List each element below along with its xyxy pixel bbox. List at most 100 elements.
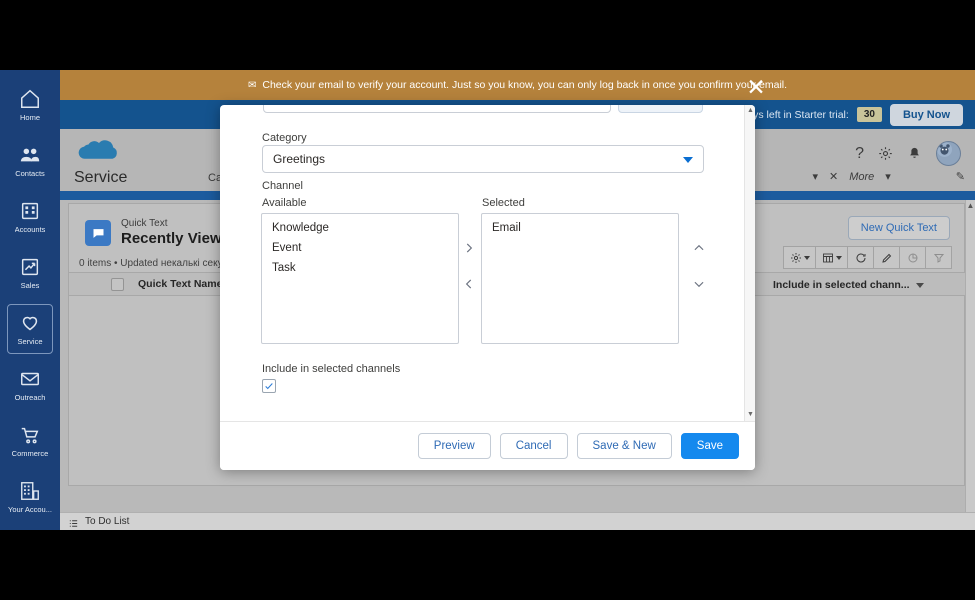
- help-icon[interactable]: ?: [855, 146, 864, 162]
- trial-days-count: 30: [856, 107, 882, 122]
- list-item[interactable]: Event: [262, 238, 458, 258]
- sidebar-item-sales[interactable]: Sales: [7, 248, 53, 298]
- selected-listbox[interactable]: Email: [481, 213, 679, 344]
- more-tabs-label[interactable]: More: [849, 171, 874, 183]
- accounts-icon: [19, 200, 41, 222]
- filter-icon[interactable]: [925, 246, 952, 269]
- utility-item-todo-list[interactable]: To Do List: [85, 516, 129, 527]
- cancel-button[interactable]: Cancel: [499, 433, 568, 459]
- sidebar-item-service[interactable]: Service: [7, 304, 53, 354]
- sidebar-item-home[interactable]: Home: [7, 80, 53, 130]
- utility-bar: To Do List: [60, 512, 975, 530]
- quick-text-icon: [85, 220, 111, 246]
- column-header-quick-text-name[interactable]: Quick Text Name: [138, 278, 222, 290]
- category-label: Category: [262, 132, 307, 144]
- clipped-field-row: [220, 105, 755, 113]
- column-header-include-channels-wrap: Include in selected chann...: [759, 273, 924, 297]
- sidebar-item-accounts[interactable]: Accounts: [7, 192, 53, 242]
- check-icon: [265, 383, 273, 390]
- channel-label: Channel: [262, 180, 303, 192]
- category-select[interactable]: Greetings: [262, 145, 704, 173]
- include-channels-label: Include in selected channels: [262, 363, 401, 375]
- modal-body: Category Greetings Channel Available Sel…: [220, 105, 755, 421]
- scroll-up-arrow[interactable]: ▲: [745, 105, 755, 117]
- channel-dual-listbox: Available Selected Knowledge Event Task: [260, 197, 720, 352]
- building-icon: [19, 480, 41, 502]
- sidebar-item-outreach[interactable]: Outreach: [7, 360, 53, 410]
- list-toolbar: [783, 246, 952, 269]
- column-header-include-channels[interactable]: Include in selected chann...: [773, 279, 910, 291]
- list-item[interactable]: Knowledge: [262, 218, 458, 238]
- modal-scrollbar[interactable]: ▲ ▼: [744, 105, 755, 421]
- envelope-icon: ✉: [247, 79, 257, 91]
- verify-email-message: Check your email to verify your account.…: [262, 79, 788, 91]
- modal-footer: Preview Cancel Save & New Save: [220, 421, 755, 470]
- chevron-down-icon[interactable]: ▾: [812, 170, 818, 183]
- chevron-down-icon[interactable]: [692, 277, 706, 291]
- pencil-icon[interactable]: [873, 246, 900, 269]
- close-icon[interactable]: ✕: [829, 170, 838, 183]
- page-scrollbar[interactable]: ▲ ▼: [965, 200, 975, 530]
- quick-text-edit-modal: Category Greetings Channel Available Sel…: [220, 105, 755, 470]
- sidebar-item-label: Outreach: [14, 393, 46, 402]
- chevron-down-icon: [803, 255, 810, 260]
- scroll-up-arrow[interactable]: ▲: [966, 200, 975, 212]
- heart-icon: [19, 312, 41, 334]
- select-all-checkbox[interactable]: [111, 277, 124, 291]
- list-item[interactable]: Task: [262, 258, 458, 278]
- chevron-left-icon[interactable]: [462, 277, 476, 291]
- sidebar-item-commerce[interactable]: Commerce: [7, 416, 53, 466]
- verify-email-banner: ✉ Check your email to verify your accoun…: [60, 70, 975, 100]
- table-layout-icon[interactable]: [815, 246, 848, 269]
- clipped-action-button[interactable]: [618, 105, 703, 113]
- chevron-down-icon: [835, 255, 842, 260]
- salesforce-cloud-icon: [72, 137, 120, 167]
- envelope-icon: [19, 368, 41, 390]
- selected-label: Selected: [482, 197, 525, 209]
- bell-icon[interactable]: [907, 146, 922, 161]
- available-label: Available: [262, 197, 307, 209]
- clipped-text-input[interactable]: [263, 105, 611, 113]
- sidebar-item-label: Your Accou...: [8, 505, 52, 514]
- buy-now-button[interactable]: Buy Now: [889, 103, 963, 126]
- reorder-buttons: [692, 241, 706, 291]
- include-channels-checkbox[interactable]: [262, 379, 276, 393]
- sidebar-item-your-account[interactable]: Your Accou...: [7, 472, 53, 522]
- pencil-icon[interactable]: ✎: [956, 170, 965, 183]
- trial-days-text: ays left in Starter trial:: [747, 108, 849, 121]
- chevron-up-icon[interactable]: [692, 241, 706, 255]
- tab-tools: ▾ ✕ More ▾ ✎: [812, 170, 965, 184]
- avatar[interactable]: [936, 141, 961, 166]
- gear-icon[interactable]: [878, 146, 893, 161]
- category-value: Greetings: [273, 152, 326, 166]
- sidebar-item-label: Service: [17, 337, 43, 346]
- sidebar-item-contacts[interactable]: Contacts: [7, 136, 53, 186]
- sidebar-item-label: Contacts: [15, 169, 45, 178]
- move-buttons: [462, 241, 476, 291]
- list-item[interactable]: Email: [482, 218, 678, 238]
- gear-icon[interactable]: [783, 246, 816, 269]
- header-icons: ?: [855, 141, 961, 166]
- save-and-new-button[interactable]: Save & New: [576, 433, 672, 459]
- refresh-icon[interactable]: [847, 246, 874, 269]
- screen: Home Contacts Accounts Sales Service Out…: [0, 0, 975, 600]
- chevron-down-icon[interactable]: [915, 282, 924, 288]
- chevron-down-icon[interactable]: ▾: [885, 170, 891, 183]
- sidebar-item-label: Sales: [20, 281, 40, 290]
- contacts-icon: [19, 144, 41, 166]
- cart-icon: [19, 424, 41, 446]
- sidebar-item-label: Accounts: [14, 225, 46, 234]
- chevron-right-icon[interactable]: [462, 241, 476, 255]
- chart-icon[interactable]: [899, 246, 926, 269]
- scroll-down-arrow[interactable]: ▼: [745, 409, 755, 421]
- new-quick-text-button[interactable]: New Quick Text: [847, 216, 950, 240]
- preview-button[interactable]: Preview: [417, 433, 491, 459]
- object-name: Quick Text: [121, 218, 168, 229]
- sidebar-item-label: Commerce: [11, 449, 49, 458]
- list-meta: 0 items • Updated некалькі секу: [79, 258, 223, 269]
- save-button[interactable]: Save: [680, 433, 739, 459]
- app-launcher-rail: Home Contacts Accounts Sales Service Out…: [0, 70, 60, 530]
- close-icon[interactable]: ✕: [742, 73, 770, 101]
- todo-list-icon: [68, 516, 79, 527]
- available-listbox[interactable]: Knowledge Event Task: [261, 213, 459, 344]
